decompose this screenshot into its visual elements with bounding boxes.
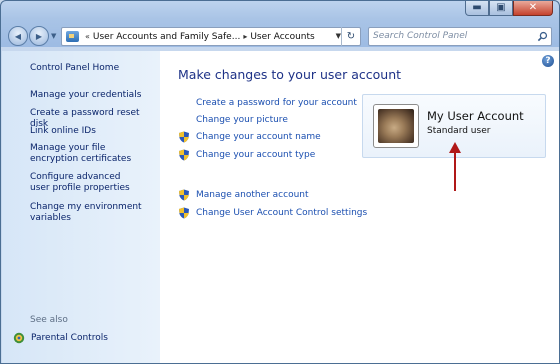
see-also-label: See also xyxy=(30,315,68,325)
forward-arrow-icon: ▶ xyxy=(35,31,43,41)
close-icon: ✕ xyxy=(528,2,538,13)
search-input[interactable] xyxy=(373,31,523,41)
parental-controls-label: Parental Controls xyxy=(31,333,108,343)
control-panel-home-link[interactable]: Control Panel Home xyxy=(30,63,119,73)
breadcrumb-user-accounts[interactable]: User Accounts xyxy=(250,32,314,42)
maximize-icon: ▣ xyxy=(496,2,506,13)
window-caption-buttons: ▬ ▣ ✕ xyxy=(465,1,553,17)
task-create-password[interactable]: Create a password for your account xyxy=(196,98,357,108)
search-box[interactable] xyxy=(368,27,552,46)
page-title: Make changes to your user account xyxy=(178,67,402,82)
breadcrumb-user-accounts-family-safety[interactable]: User Accounts and Family Safe... xyxy=(93,32,240,42)
control-panel-window: ▬ ▣ ✕ ◀ ▶ ▼ « User Accounts and Family S… xyxy=(0,0,560,364)
uac-shield-icon xyxy=(179,207,189,219)
task-change-uac-settings[interactable]: Change User Account Control settings xyxy=(196,208,367,218)
account-type: Standard user xyxy=(427,126,491,136)
close-button[interactable]: ✕ xyxy=(513,1,553,16)
user-picture-kitten xyxy=(378,109,414,143)
minimize-icon: ▬ xyxy=(472,2,482,13)
refresh-button[interactable]: ↻ xyxy=(341,27,360,46)
task-change-account-name[interactable]: Change your account name xyxy=(196,132,321,142)
refresh-icon: ↻ xyxy=(346,31,356,42)
sidebar-link-environment-variables[interactable]: Change my environment variables xyxy=(30,202,142,224)
avatar[interactable] xyxy=(373,104,419,148)
control-panel-icon xyxy=(66,31,79,42)
uac-shield-icon xyxy=(179,149,189,161)
sidebar-link-advanced-profile[interactable]: Configure advanced user profile properti… xyxy=(30,172,142,194)
task-change-account-type[interactable]: Change your account type xyxy=(196,150,315,160)
main-content: ? Make changes to your user account Crea… xyxy=(160,51,559,363)
breadcrumb-separator-icon[interactable]: ▸ xyxy=(243,32,247,41)
task-change-picture[interactable]: Change your picture xyxy=(196,115,288,125)
account-name: My User Account xyxy=(427,109,524,123)
uac-shield-icon xyxy=(179,131,189,143)
parental-controls-link[interactable]: Parental Controls xyxy=(13,332,108,344)
sidebar-link-online-ids[interactable]: Link online IDs xyxy=(30,126,148,137)
sidebar-link-manage-credentials[interactable]: Manage your credentials xyxy=(30,90,148,101)
forward-button[interactable]: ▶ xyxy=(29,26,49,46)
navigation-bar: ◀ ▶ ▼ « User Accounts and Family Safe...… xyxy=(1,25,559,49)
maximize-button[interactable]: ▣ xyxy=(489,1,513,16)
task-manage-another-account[interactable]: Manage another account xyxy=(196,190,309,200)
parental-controls-icon xyxy=(13,332,25,344)
minimize-button[interactable]: ▬ xyxy=(465,1,489,16)
help-icon[interactable]: ? xyxy=(542,55,554,67)
address-bar[interactable]: « User Accounts and Family Safe... ▸ Use… xyxy=(61,27,361,46)
sidebar-link-file-encryption[interactable]: Manage your file encryption certificates xyxy=(30,143,150,165)
back-arrow-icon: ◀ xyxy=(14,31,22,41)
task-sidebar: Control Panel Home Manage your credentia… xyxy=(2,51,160,363)
uac-shield-icon xyxy=(179,189,189,201)
breadcrumb-overflow-icon[interactable]: « xyxy=(85,32,90,41)
search-icon[interactable] xyxy=(537,31,548,42)
annotation-arrow-icon xyxy=(449,142,461,191)
back-button[interactable]: ◀ xyxy=(8,26,28,46)
recent-pages-dropdown-icon[interactable]: ▼ xyxy=(51,32,56,40)
